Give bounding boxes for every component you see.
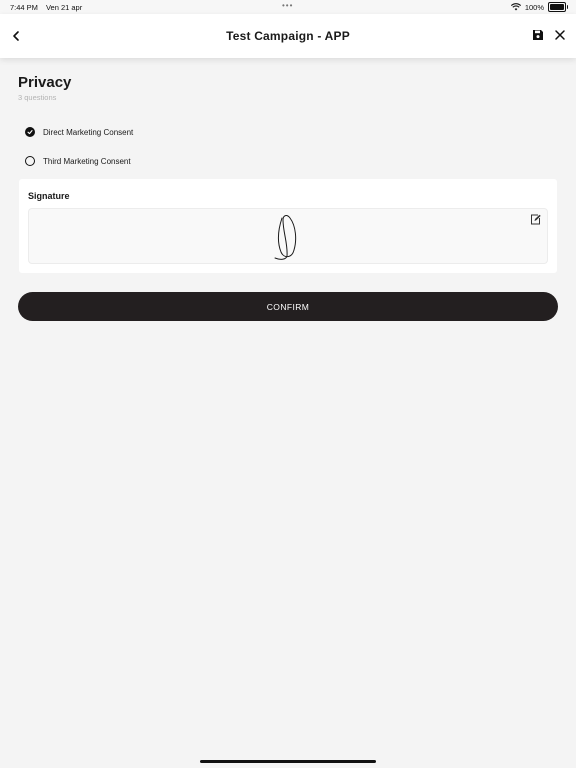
home-indicator[interactable] xyxy=(200,760,376,763)
option-label: Third Marketing Consent xyxy=(43,156,131,166)
checked-circle-icon[interactable] xyxy=(25,127,35,137)
status-right: 100% xyxy=(510,2,568,12)
option-third-marketing[interactable]: Third Marketing Consent xyxy=(25,156,131,166)
status-bar: 7:44 PM Ven 21 apr ••• 100% xyxy=(0,0,576,14)
battery-fill xyxy=(550,4,564,10)
edit-icon[interactable] xyxy=(530,214,541,225)
page-title: Test Campaign - APP xyxy=(226,29,350,43)
option-label: Direct Marketing Consent xyxy=(43,127,134,137)
status-left: 7:44 PM Ven 21 apr xyxy=(10,3,82,12)
battery-percent: 100% xyxy=(524,2,544,12)
signature-drawing xyxy=(274,215,297,260)
battery-icon xyxy=(548,2,568,12)
app-screen: 7:44 PM Ven 21 apr ••• 100% Test Campaig… xyxy=(0,0,576,768)
status-date: Ven 21 apr xyxy=(45,3,83,12)
checkmark-icon xyxy=(27,130,33,135)
section-title: Privacy xyxy=(18,74,72,91)
status-time: 7:44 PM xyxy=(10,3,38,12)
option-direct-marketing[interactable]: Direct Marketing Consent xyxy=(25,127,133,137)
signature-pad[interactable] xyxy=(28,208,548,264)
floppy-disk-icon[interactable] xyxy=(532,29,544,41)
wifi-icon xyxy=(510,3,521,11)
empty-circle-icon[interactable] xyxy=(25,156,35,166)
confirm-button[interactable]: CONFIRM xyxy=(18,292,558,321)
multitasking-dots-icon[interactable]: ••• xyxy=(282,1,293,10)
signature-card: Signature xyxy=(19,179,557,273)
top-header: Test Campaign - APP xyxy=(0,14,576,58)
close-icon[interactable] xyxy=(554,29,566,41)
signature-label: Signature xyxy=(28,191,70,201)
section-subtitle: 3 questions xyxy=(18,93,57,102)
